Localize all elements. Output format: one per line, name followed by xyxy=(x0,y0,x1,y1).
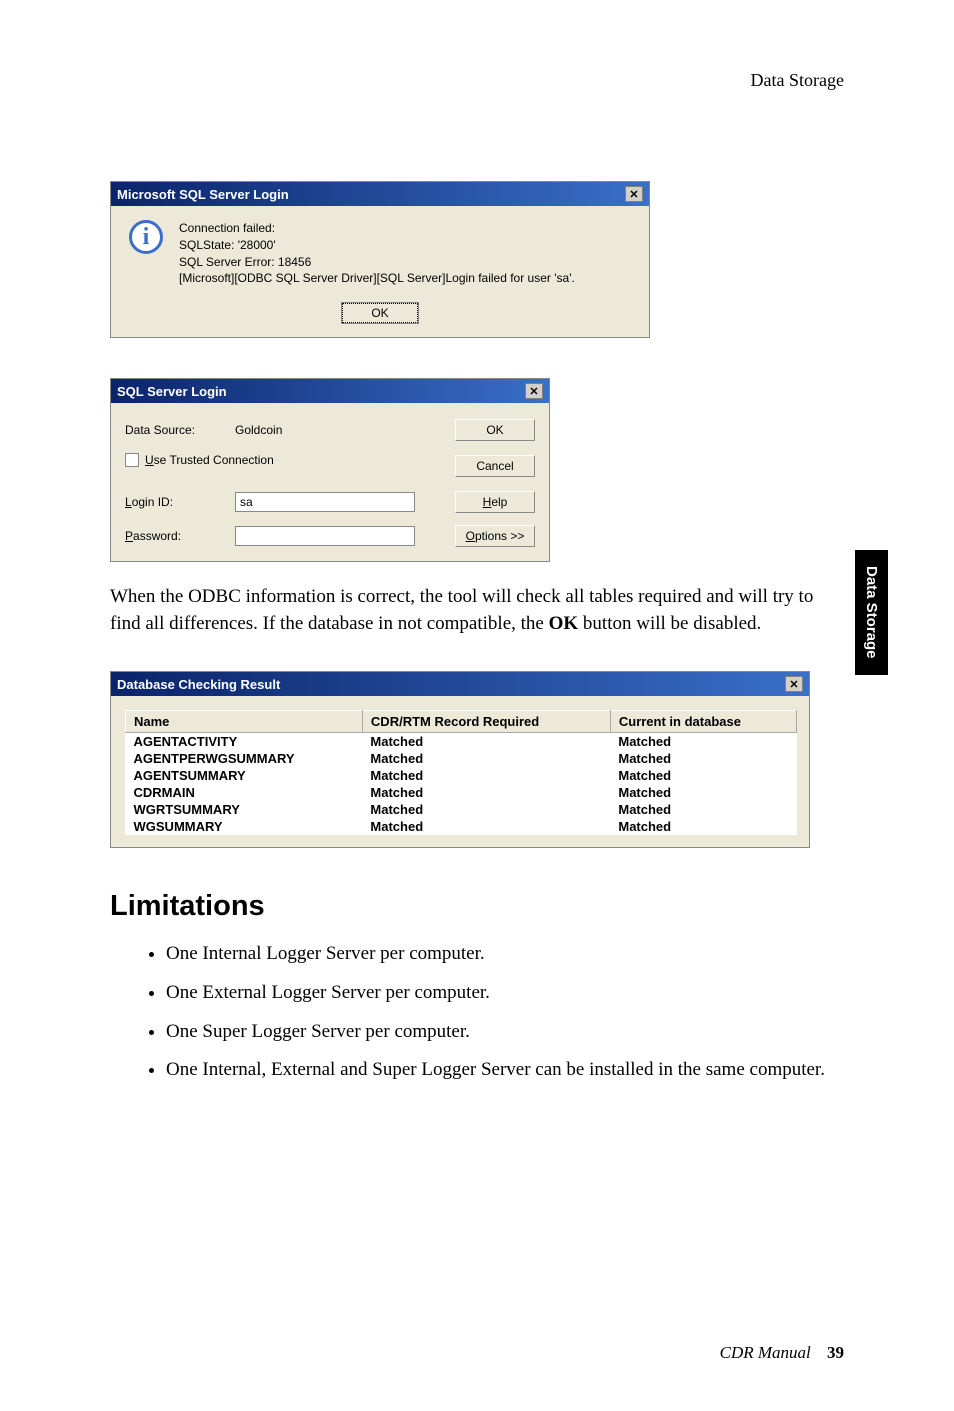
table-cell: AGENTACTIVITY xyxy=(126,733,363,751)
page-footer: CDR Manual 39 xyxy=(720,1343,844,1363)
login-label: Login ID: xyxy=(125,495,235,509)
password-label: Password: xyxy=(125,529,235,543)
table-cell: Matched xyxy=(362,801,610,818)
footer-manual: CDR Manual xyxy=(720,1343,811,1362)
table-cell: Matched xyxy=(362,767,610,784)
table-cell: Matched xyxy=(610,784,796,801)
ok-button[interactable]: OK xyxy=(455,419,535,441)
table-cell: Matched xyxy=(610,801,796,818)
login-title: SQL Server Login xyxy=(117,384,227,399)
limitations-heading: Limitations xyxy=(110,890,844,923)
error-message: Connection failed: SQLState: '28000' SQL… xyxy=(179,220,575,287)
table-row: CDRMAINMatchedMatched xyxy=(126,784,797,801)
table-row: AGENTSUMMARYMatchedMatched xyxy=(126,767,797,784)
side-tab: Data Storage xyxy=(855,550,888,675)
close-icon[interactable]: ✕ xyxy=(525,383,543,399)
options-button[interactable]: Options >> xyxy=(455,525,535,547)
side-tab-label: Data Storage xyxy=(863,566,880,659)
login-input[interactable] xyxy=(235,492,415,512)
datasource-label: Data Source: xyxy=(125,423,235,437)
trusted-label: Use Trusted Connection xyxy=(145,453,274,467)
table-row: WGSUMMARYMatchedMatched xyxy=(126,818,797,835)
error-line: [Microsoft][ODBC SQL Server Driver][SQL … xyxy=(179,270,575,287)
body-paragraph: When the ODBC information is correct, th… xyxy=(110,584,844,637)
col-required: CDR/RTM Record Required xyxy=(362,711,610,733)
datasource-value: Goldcoin xyxy=(235,423,455,437)
table-cell: Matched xyxy=(610,733,796,751)
info-icon: i xyxy=(129,220,163,254)
checking-result-dialog: Database Checking Result ✕ Name CDR/RTM … xyxy=(110,671,810,848)
close-icon[interactable]: ✕ xyxy=(785,676,803,692)
footer-page: 39 xyxy=(827,1343,844,1362)
login-titlebar: SQL Server Login ✕ xyxy=(111,379,549,403)
table-cell: Matched xyxy=(610,750,796,767)
page-header: Data Storage xyxy=(110,70,844,91)
list-item: One Internal, External and Super Logger … xyxy=(166,1057,844,1084)
table-cell: WGSUMMARY xyxy=(126,818,363,835)
header-title: Data Storage xyxy=(751,70,844,90)
trusted-checkbox[interactable] xyxy=(125,453,139,467)
error-line: Connection failed: xyxy=(179,220,575,237)
error-title: Microsoft SQL Server Login xyxy=(117,187,289,202)
table-cell: Matched xyxy=(610,767,796,784)
list-item: One Super Logger Server per computer. xyxy=(166,1019,844,1046)
table-cell: Matched xyxy=(362,818,610,835)
error-line: SQL Server Error: 18456 xyxy=(179,254,575,271)
limitations-list: One Internal Logger Server per computer.… xyxy=(110,941,844,1083)
cancel-button[interactable]: Cancel xyxy=(455,455,535,477)
table-row: WGRTSUMMARYMatchedMatched xyxy=(126,801,797,818)
help-button[interactable]: Help xyxy=(455,491,535,513)
checking-title: Database Checking Result xyxy=(117,677,280,692)
close-icon[interactable]: ✕ xyxy=(625,186,643,202)
error-dialog: Microsoft SQL Server Login ✕ i Connectio… xyxy=(110,181,650,338)
table-cell: AGENTSUMMARY xyxy=(126,767,363,784)
error-line: SQLState: '28000' xyxy=(179,237,575,254)
table-cell: Matched xyxy=(362,733,610,751)
checking-titlebar: Database Checking Result ✕ xyxy=(111,672,809,696)
login-dialog: SQL Server Login ✕ Data Source: Goldcoin… xyxy=(110,378,550,562)
list-item: One Internal Logger Server per computer. xyxy=(166,941,844,968)
col-current: Current in database xyxy=(610,711,796,733)
table-cell: Matched xyxy=(610,818,796,835)
table-cell: Matched xyxy=(362,750,610,767)
error-titlebar: Microsoft SQL Server Login ✕ xyxy=(111,182,649,206)
table-cell: WGRTSUMMARY xyxy=(126,801,363,818)
table-cell: CDRMAIN xyxy=(126,784,363,801)
col-name: Name xyxy=(126,711,363,733)
table-row: AGENTACTIVITYMatchedMatched xyxy=(126,733,797,751)
password-input[interactable] xyxy=(235,526,415,546)
list-item: One External Logger Server per computer. xyxy=(166,980,844,1007)
ok-button[interactable]: OK xyxy=(342,303,417,323)
table-row: AGENTPERWGSUMMARYMatchedMatched xyxy=(126,750,797,767)
table-cell: AGENTPERWGSUMMARY xyxy=(126,750,363,767)
result-table: Name CDR/RTM Record Required Current in … xyxy=(125,710,797,835)
table-cell: Matched xyxy=(362,784,610,801)
